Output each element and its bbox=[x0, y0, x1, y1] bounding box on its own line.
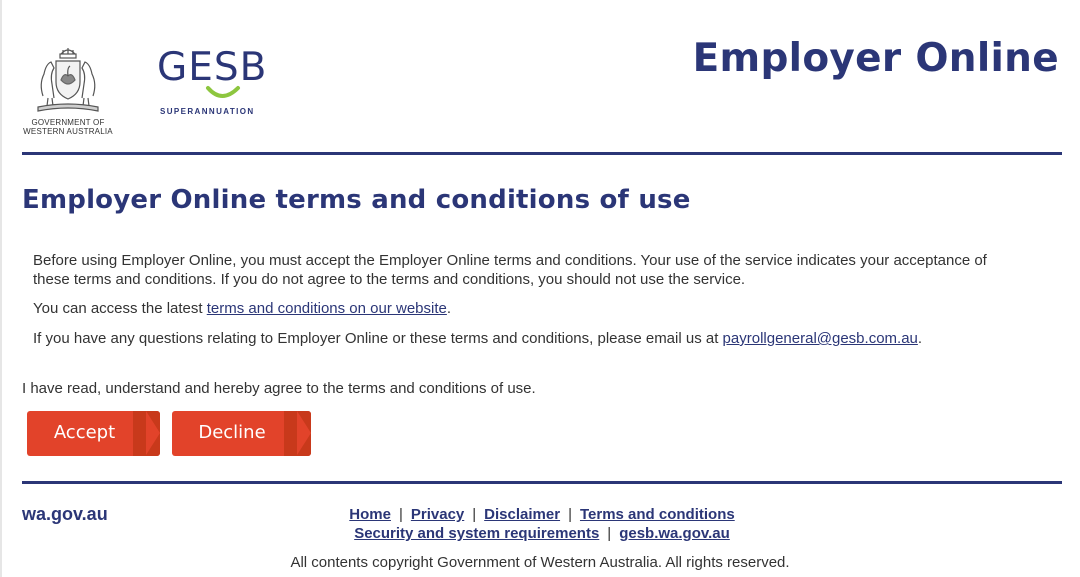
footer-separator: | bbox=[568, 506, 572, 523]
decline-button[interactable]: Decline bbox=[172, 411, 311, 456]
app-title: Employer Online bbox=[692, 36, 1059, 81]
support-email-link[interactable]: payrollgeneral@gesb.com.au bbox=[723, 330, 918, 347]
page-title: Employer Online terms and conditions of … bbox=[22, 185, 691, 215]
access-prefix: You can access the latest bbox=[33, 300, 207, 317]
wa-logo-line-2: WESTERN AUSTRALIA bbox=[23, 127, 113, 136]
terms-content: Before using Employer Online, you must a… bbox=[33, 251, 1023, 348]
footer-link-privacy[interactable]: Privacy bbox=[411, 506, 464, 523]
gesb-logo[interactable]: GESB SUPERANNUATION bbox=[155, 45, 270, 120]
footer-link-home[interactable]: Home bbox=[349, 506, 391, 523]
header-divider bbox=[22, 152, 1062, 155]
wa-logo-line-1: GOVERNMENT OF bbox=[31, 118, 105, 127]
questions-prefix: If you have any questions relating to Em… bbox=[33, 330, 723, 347]
wa-gov-link[interactable]: wa.gov.au bbox=[22, 503, 108, 525]
questions-text: If you have any questions relating to Em… bbox=[33, 329, 1023, 348]
footer-separator: | bbox=[472, 506, 477, 523]
access-suffix: . bbox=[446, 300, 452, 317]
footer-link-security[interactable]: Security and system requirements bbox=[354, 525, 599, 542]
wa-government-logo[interactable]: GOVERNMENT OF WESTERN AUSTRALIA bbox=[20, 44, 116, 139]
accept-button-label: Accept bbox=[53, 422, 116, 443]
footer-divider bbox=[22, 481, 1062, 484]
accept-arrow-icon bbox=[146, 411, 160, 455]
footer-link-gesb[interactable]: gesb.wa.gov.au bbox=[619, 525, 730, 542]
questions-suffix: . bbox=[917, 330, 923, 347]
gesb-swoosh-icon bbox=[206, 86, 240, 98]
terms-website-link[interactable]: terms and conditions on our website bbox=[207, 300, 447, 317]
decline-button-label: Decline bbox=[198, 422, 266, 443]
copyright-text: All contents copyright Government of Wes… bbox=[290, 554, 790, 571]
intro-text: Before using Employer Online, you must a… bbox=[33, 252, 987, 288]
gesb-tagline: SUPERANNUATION bbox=[160, 107, 255, 116]
decline-arrow-icon bbox=[297, 411, 311, 455]
footer-links-row-1: Home | Privacy | Disclaimer | Terms and condit… bbox=[200, 505, 884, 524]
footer-separator: | bbox=[398, 506, 403, 523]
accept-button[interactable]: Accept bbox=[27, 411, 160, 456]
access-text: You can access the latest terms and cond… bbox=[33, 299, 1023, 318]
footer-separator: | bbox=[607, 525, 612, 542]
footer-link-disclaimer[interactable]: Disclaimer bbox=[484, 506, 560, 523]
footer-links-row-2: Security and system requirements | gesb.wa… bbox=[200, 524, 884, 543]
site-header: GOVERNMENT OF WESTERN AUSTRALIA GESB SUP… bbox=[0, 0, 1080, 150]
footer-link-terms[interactable]: Terms and conditions bbox=[580, 506, 735, 523]
wa-coat-of-arms-icon bbox=[37, 48, 99, 112]
agreement-text: I have read, understand and hereby agree… bbox=[22, 380, 536, 397]
